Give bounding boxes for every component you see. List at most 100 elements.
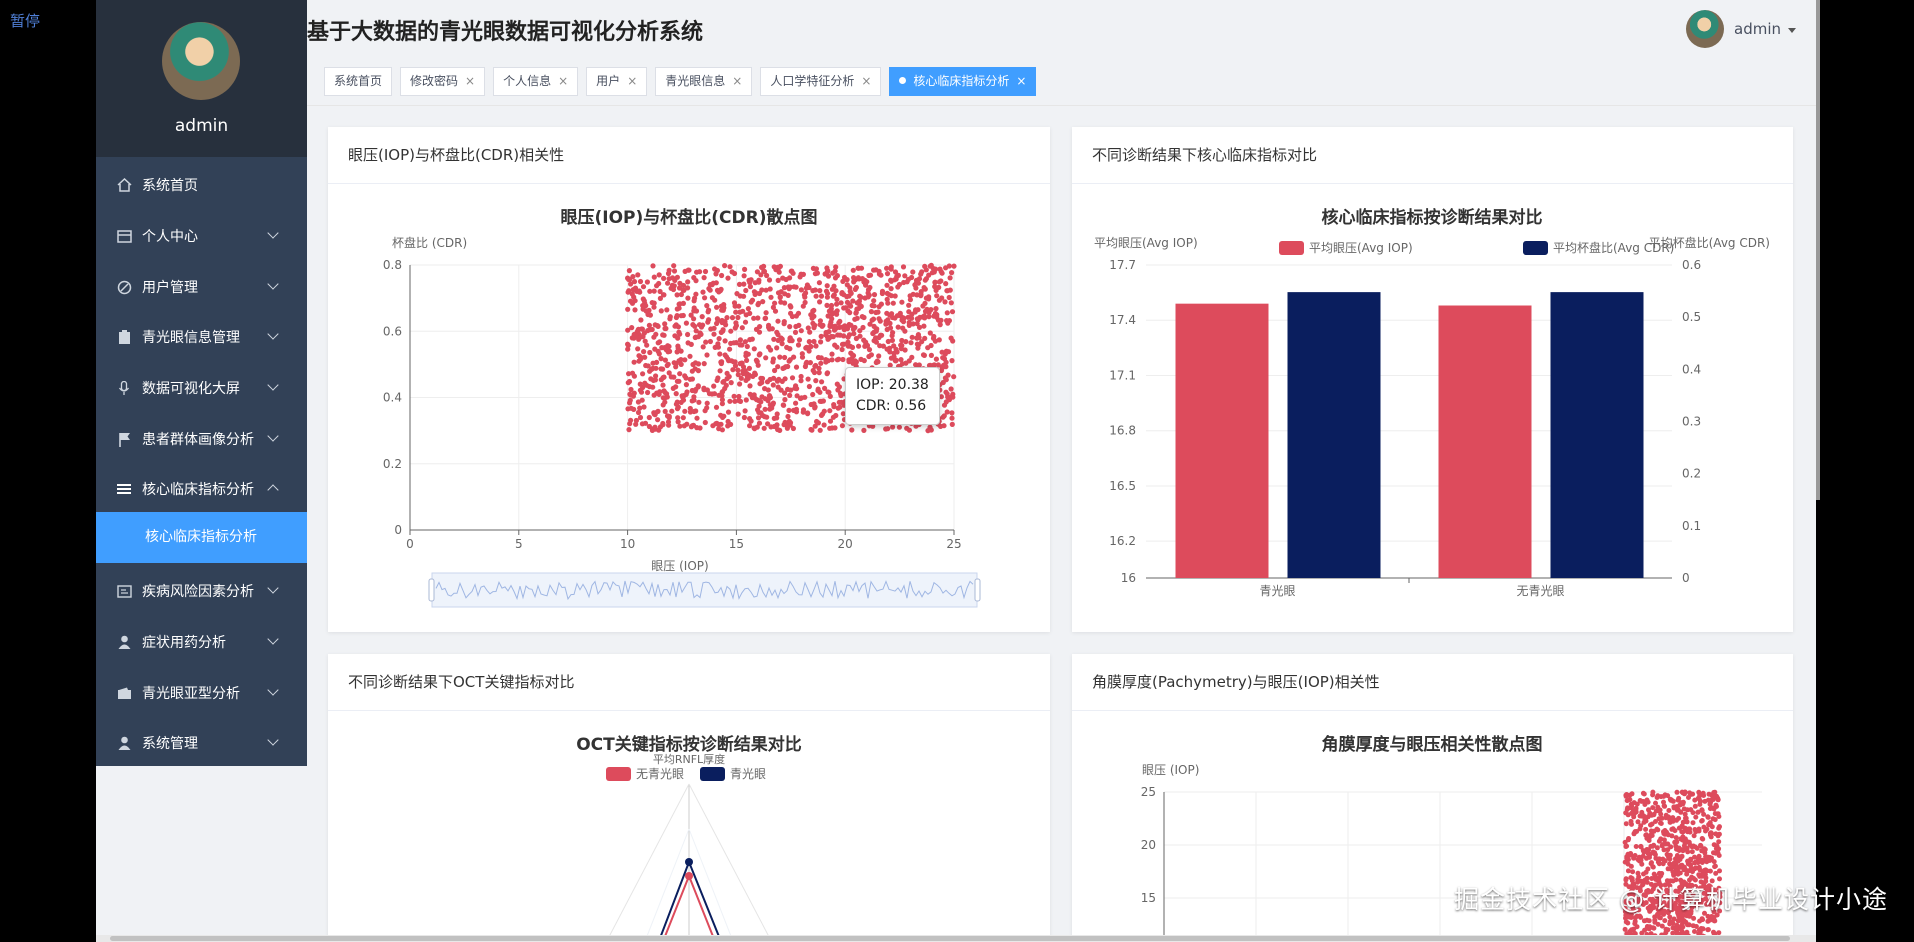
scatter-point <box>1715 833 1721 839</box>
chart-tooltip: IOP: 20.38 CDR: 0.56 <box>845 367 940 425</box>
close-icon[interactable]: × <box>861 74 871 88</box>
sidebar-item-patient-profile[interactable]: 患者群体画像分析 <box>96 414 307 464</box>
scatter-point <box>775 277 781 283</box>
sidebar-item-core-clinical[interactable]: 核心临床指标分析 <box>96 464 307 514</box>
sidebar-item-users[interactable]: 用户管理 <box>96 262 307 312</box>
scatter-point <box>1654 826 1660 832</box>
scatter-point <box>1674 789 1680 795</box>
tab-core-clinical[interactable]: 核心临床指标分析 × <box>889 67 1037 96</box>
scatter-point <box>818 333 824 339</box>
scatter-point <box>910 291 916 297</box>
scatter-point <box>823 357 829 363</box>
scatter-point <box>1685 849 1691 855</box>
close-icon[interactable]: × <box>627 74 637 88</box>
sidebar-item-label: 症状用药分析 <box>142 635 226 651</box>
close-icon[interactable]: × <box>558 74 568 88</box>
vertical-scrollbar[interactable] <box>1816 0 1820 500</box>
sidebar-item-glaucoma-info[interactable]: 青光眼信息管理 <box>96 312 307 362</box>
x-tick-label: 15 <box>729 537 744 551</box>
scatter-point <box>702 419 708 426</box>
tab-home[interactable]: 系统首页 <box>324 67 393 96</box>
close-icon[interactable]: × <box>1016 74 1026 88</box>
sidebar-subitem-core-clinical[interactable]: 核心临床指标分析 <box>96 512 307 563</box>
scatter-point <box>934 314 940 320</box>
scatter-point <box>844 282 850 288</box>
scatter-point <box>1698 926 1704 931</box>
scatter-point <box>888 277 894 283</box>
scatter-point <box>837 332 843 338</box>
scatter-point <box>662 395 668 401</box>
scroll-thumb[interactable] <box>110 936 1790 941</box>
scatter-point <box>947 287 953 293</box>
close-icon[interactable]: × <box>465 74 475 88</box>
scatter-point <box>775 318 781 324</box>
scatter-point <box>1662 918 1668 924</box>
scatter-point <box>1674 846 1679 852</box>
scatter-point <box>760 299 766 305</box>
scatter-point <box>1712 918 1718 924</box>
avatar[interactable] <box>162 22 240 100</box>
sidebar-item-medication[interactable]: 症状用药分析 <box>96 617 307 667</box>
y-left-tick-label: 17.4 <box>1109 313 1136 327</box>
scatter-point <box>925 428 931 434</box>
scatter-point <box>813 293 819 299</box>
tab-demographics[interactable]: 人口学特征分析 × <box>760 67 882 96</box>
scatter-point <box>778 387 784 393</box>
sidebar-item-home[interactable]: 系统首页 <box>96 160 307 210</box>
tab-users[interactable]: 用户 × <box>586 67 648 96</box>
chevron-down-icon <box>267 278 279 290</box>
scatter-point <box>905 314 911 320</box>
sidebar-item-risk-factors[interactable]: 疾病风险因素分析 <box>96 566 307 616</box>
caret-down-icon[interactable] <box>1788 28 1796 33</box>
scatter-point <box>1665 927 1671 933</box>
scatter-point <box>631 294 637 300</box>
oct-radar-chart[interactable]: OCT关键指标按诊断结果对比 平均RNFL厚度 无青光眼 青光眼 <box>328 654 1050 935</box>
iop-cdr-scatter-chart[interactable]: 眼压(IOP)与杯盘比(CDR)散点图 杯盘比 (CDR) 0 0.2 0.4 0.6… <box>328 127 1050 632</box>
sidebar-username: admin <box>174 116 229 136</box>
tab-profile[interactable]: 个人信息 × <box>493 67 579 96</box>
scatter-point <box>1692 797 1698 803</box>
legend[interactable]: 平均眼压(Avg IOP) 平均杯盘比(Avg CDR) <box>1279 240 1674 255</box>
scatter-point <box>1693 924 1699 929</box>
scatter-point <box>790 425 796 432</box>
y-axis-label: 眼压 (IOP) <box>1142 763 1199 777</box>
scatter-point <box>759 394 765 400</box>
y-right-tick-label: 0.2 <box>1682 467 1701 481</box>
scatter-point <box>728 328 734 334</box>
scatter-point <box>866 272 872 279</box>
scatter-point <box>663 325 669 332</box>
scatter-point <box>1654 795 1660 800</box>
legend[interactable]: 无青光眼 青光眼 <box>606 767 766 781</box>
scatter-point <box>774 415 780 421</box>
scatter-point <box>725 275 731 281</box>
horizontal-scrollbar[interactable] <box>96 935 1816 942</box>
scatter-point <box>803 290 809 296</box>
scatter-point <box>1662 803 1668 809</box>
sidebar-item-personal[interactable]: 个人中心 <box>96 211 307 261</box>
data-zoom-slider[interactable] <box>428 572 981 608</box>
scatter-point <box>906 302 912 308</box>
scatter-point <box>871 298 877 304</box>
scatter-point <box>762 406 768 412</box>
scatter-point <box>768 294 774 300</box>
sidebar-item-dashboard[interactable]: 数据可视化大屏 <box>96 363 307 413</box>
header-avatar[interactable] <box>1686 10 1724 48</box>
scatter-point <box>756 290 763 297</box>
scatter-point <box>755 302 761 308</box>
close-icon[interactable]: × <box>732 74 742 88</box>
scatter-point <box>813 343 819 349</box>
header-username[interactable]: admin <box>1734 20 1781 38</box>
scatter-point <box>654 359 660 365</box>
scatter-point <box>755 362 761 368</box>
scatter-point <box>677 331 683 337</box>
sidebar-item-system[interactable]: 系统管理 <box>96 718 307 768</box>
clinical-bar-chart[interactable]: 核心临床指标按诊断结果对比 平均眼压(Avg IOP) 平均杯盘比(Avg CD… <box>1072 127 1793 632</box>
tab-glaucoma-info[interactable]: 青光眼信息 × <box>655 67 753 96</box>
scatter-point <box>782 354 788 361</box>
tab-change-password[interactable]: 修改密码 × <box>400 67 486 96</box>
scatter-point <box>1645 866 1651 872</box>
scatter-point <box>812 271 818 277</box>
sidebar-item-subtype[interactable]: 青光眼亚型分析 <box>96 668 307 718</box>
scatter-point <box>829 357 835 363</box>
scatter-point <box>677 371 683 377</box>
